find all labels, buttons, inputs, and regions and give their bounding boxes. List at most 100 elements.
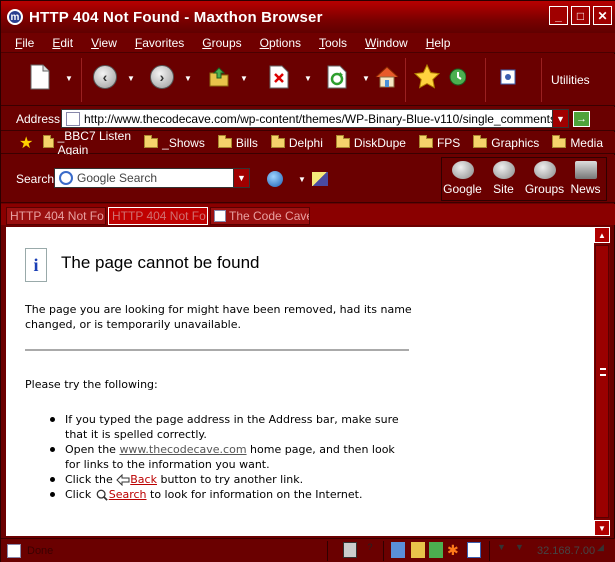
globe-dropdown[interactable]: ▼ <box>298 175 306 184</box>
scroll-thumb[interactable] <box>595 245 609 518</box>
engine-google[interactable]: Google <box>442 158 483 200</box>
favorite-label: Delphi <box>288 135 323 150</box>
favorites-star-icon[interactable]: ★ <box>19 133 33 153</box>
favorite-folder[interactable]: _Shows <box>144 134 205 150</box>
open-dropdown[interactable]: ▼ <box>240 74 248 83</box>
folder-icon <box>270 134 285 148</box>
favorite-folder[interactable]: _BBC7 Listen Again <box>43 129 131 157</box>
favorite-label: Bills <box>235 135 258 150</box>
history-icon[interactable] <box>441 62 471 92</box>
security-icon[interactable] <box>343 542 357 558</box>
menu-view[interactable]: View <box>91 36 117 50</box>
menu-groups[interactable]: Groups <box>202 36 241 50</box>
menu-window[interactable]: Window <box>365 36 408 50</box>
collect-icon[interactable] <box>493 62 523 92</box>
favorite-folder[interactable]: DiskDupe <box>335 134 406 150</box>
back-link[interactable]: Back <box>130 473 157 486</box>
forward-icon[interactable]: › <box>147 62 177 92</box>
favorite-label: _BBC7 Listen Again <box>57 128 131 157</box>
back-dropdown[interactable]: ▼ <box>127 74 135 83</box>
maximize-button[interactable]: □ <box>571 6 590 25</box>
menu-help[interactable]: Help <box>426 36 451 50</box>
suggestion-text: button to try another link. <box>156 473 304 486</box>
page-title: The page cannot be found <box>61 253 260 272</box>
engine-label: News <box>570 182 601 196</box>
address-dropdown-icon[interactable]: ▼ <box>552 110 568 127</box>
tab-404-active[interactable]: HTTP 404 Not Fo <box>108 207 208 225</box>
zoom-dropdown-icon[interactable]: ▼ <box>515 542 529 558</box>
magnifier-icon <box>59 171 73 185</box>
address-input[interactable]: http://www.thecodecave.com/wp-content/th… <box>61 109 569 128</box>
engine-news[interactable]: News <box>565 158 606 200</box>
search-engine-dropdown-icon[interactable]: ▼ <box>233 169 249 187</box>
menu-tools[interactable]: Tools <box>319 36 347 50</box>
stop-dropdown[interactable]: ▼ <box>304 74 312 83</box>
window-controls: _ □ ✕ <box>549 6 612 25</box>
highlight-icon[interactable] <box>312 172 328 186</box>
suggestion-list: If you typed the page address in the Add… <box>46 412 406 502</box>
popup-blocker-icon[interactable] <box>411 542 425 558</box>
scroll-down-icon[interactable]: ▼ <box>594 520 610 536</box>
download-icon[interactable] <box>391 542 405 558</box>
page-description: The page you are looking for might have … <box>25 303 412 331</box>
page-favicon-icon <box>214 210 226 222</box>
list-item: Click the Back button to try another lin… <box>46 472 406 487</box>
menu-bar: File Edit View Favorites Groups Options … <box>1 33 615 53</box>
engine-groups[interactable]: Groups <box>524 158 565 200</box>
back-arrow-icon <box>116 474 130 486</box>
refresh-icon[interactable] <box>322 62 352 92</box>
new-page-icon[interactable] <box>25 62 55 92</box>
suggestion-text: Click <box>65 488 95 501</box>
tab-the-code-cave[interactable]: The Code Cave <box>210 207 310 225</box>
favorite-folder[interactable]: Bills <box>217 134 258 150</box>
menu-edit[interactable]: Edit <box>52 36 73 50</box>
utilities-button[interactable]: Utilities <box>551 73 590 87</box>
scroll-up-icon[interactable]: ▲ <box>594 227 610 243</box>
collect-status-icon[interactable] <box>467 542 481 558</box>
toolbar-separator <box>81 58 82 102</box>
menu-favorites[interactable]: Favorites <box>135 36 184 50</box>
address-label: Address <box>16 111 61 126</box>
favorites-star-icon[interactable] <box>412 62 442 92</box>
globe-icon[interactable] <box>267 171 283 187</box>
search-engines: Google Site Groups News <box>441 157 607 201</box>
minimize-button[interactable]: _ <box>549 6 568 25</box>
engine-label: Site <box>493 182 514 196</box>
info-icon: i <box>25 248 47 282</box>
pin-icon[interactable]: ? <box>363 542 377 558</box>
stop-icon[interactable] <box>264 62 294 92</box>
favorite-folder[interactable]: Media <box>552 134 603 150</box>
home-icon[interactable] <box>372 62 402 92</box>
search-input[interactable]: Google Search ▼ <box>54 168 250 188</box>
go-button[interactable]: → <box>573 111 590 127</box>
suggestion-text: to look for information on the Internet. <box>146 488 363 501</box>
resize-grip-icon[interactable]: ◢ <box>597 542 611 558</box>
network-dropdown-icon[interactable]: ▼ <box>497 542 511 558</box>
sun-icon[interactable]: ✱ <box>447 542 461 558</box>
search-link[interactable]: Search <box>109 488 147 501</box>
tab-bar: HTTP 404 Not Fo... HTTP 404 Not Fo The C… <box>1 204 615 225</box>
new-page-dropdown[interactable]: ▼ <box>65 74 73 83</box>
folder-icon <box>43 134 54 148</box>
home-page-link[interactable]: www.thecodecave.com <box>119 443 246 456</box>
favorite-folder[interactable]: Delphi <box>270 134 323 150</box>
open-icon[interactable] <box>204 62 234 92</box>
maxthon-logo-icon[interactable]: m <box>7 9 23 25</box>
search-placeholder[interactable]: Google Search <box>77 171 157 185</box>
engine-site[interactable]: Site <box>483 158 524 200</box>
address-url[interactable]: http://www.thecodecave.com/wp-content/th… <box>84 112 552 126</box>
folder-icon <box>144 134 159 148</box>
ad-hunter-icon[interactable] <box>429 542 443 558</box>
menu-file[interactable]: File <box>15 36 34 50</box>
refresh-dropdown[interactable]: ▼ <box>362 74 370 83</box>
vertical-scrollbar[interactable]: ▲ ▼ <box>594 227 610 536</box>
close-button[interactable]: ✕ <box>593 6 612 25</box>
back-icon[interactable]: ‹ <box>90 62 120 92</box>
menu-options[interactable]: Options <box>260 36 301 50</box>
tab-label: HTTP 404 Not Fo <box>112 209 206 223</box>
toolbar-separator <box>405 58 406 102</box>
tab-404-first[interactable]: HTTP 404 Not Fo... <box>6 207 106 225</box>
favorite-folder[interactable]: Graphics <box>473 134 539 150</box>
favorite-folder[interactable]: FPS <box>418 134 460 150</box>
forward-dropdown[interactable]: ▼ <box>184 74 192 83</box>
